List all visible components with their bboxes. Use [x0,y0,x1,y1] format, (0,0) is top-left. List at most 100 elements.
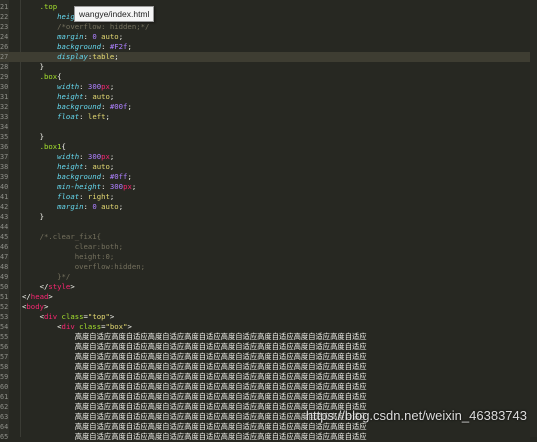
code-token: margin [22,202,84,211]
line-number: 37 [0,153,9,161]
line-number: 38 [0,163,9,171]
code-line[interactable]: 50 </style> [0,282,537,292]
code-token: > [48,292,53,301]
code-text: </style> [22,282,75,292]
code-token: px [101,152,110,161]
code-editor[interactable]: 21 .top22 height: 300px;23 /*overflow: h… [0,0,537,441]
code-text: height: auto; [22,92,114,102]
code-line[interactable]: 46 clear:both; [0,242,537,252]
code-line[interactable]: 65 高度自适应高度自适应高度自适应高度自适应高度自适应高度自适应高度自适应高度… [0,432,537,442]
code-line[interactable]: 58 高度自适应高度自适应高度自适应高度自适应高度自适应高度自适应高度自适应高度… [0,362,537,372]
code-token: : [101,182,110,191]
code-token: : [83,92,93,101]
line-number: 29 [0,73,9,81]
code-line[interactable]: 54 <div class="box"> [0,322,537,332]
code-line[interactable]: 64 高度自适应高度自适应高度自适应高度自适应高度自适应高度自适应高度自适应高度… [0,422,537,432]
code-token: style [48,282,71,291]
code-line[interactable]: 27 display:table; [0,52,537,62]
code-line[interactable]: 36 .box1{ [0,142,537,152]
code-token: 高度自适应高度自适应高度自适应高度自适应高度自适应高度自适应高度自适应高度自适应 [22,362,367,371]
code-text: height:0; [22,252,115,262]
line-number: 27 [0,53,9,61]
code-token: 高度自适应高度自适应高度自适应高度自适应高度自适应高度自适应高度自适应高度自适应 [22,392,367,401]
line-number: 62 [0,403,9,411]
code-text: .box1{ [22,142,66,152]
code-line[interactable]: 26 background: #F2f; [0,42,537,52]
code-token: height:0; [22,252,115,261]
code-token: right [87,192,110,201]
line-number: 28 [0,63,9,71]
code-token: min-height [22,182,102,191]
code-text: <body> [22,302,48,312]
code-line[interactable]: 31 height: auto; [0,92,537,102]
code-line[interactable]: 57 高度自适应高度自适应高度自适应高度自适应高度自适应高度自适应高度自适应高度… [0,352,537,362]
code-line[interactable]: 28 } [0,62,537,72]
code-token: float [22,112,80,121]
code-text: min-height: 300px; [22,182,136,192]
code-token: < [22,322,62,331]
code-line[interactable]: 61 高度自适应高度自适应高度自适应高度自适应高度自适应高度自适应高度自适应高度… [0,392,537,402]
code-line[interactable]: 37 width: 300px; [0,152,537,162]
code-line[interactable]: 56 高度自适应高度自适应高度自适应高度自适应高度自适应高度自适应高度自适应高度… [0,342,537,352]
code-token: { [61,142,66,151]
code-line[interactable]: 51 </head> [0,292,537,302]
code-line[interactable]: 34 [0,122,537,132]
code-token: 高度自适应高度自适应高度自适应高度自适应高度自适应高度自适应高度自适应高度自适应 [22,422,367,431]
code-text: 高度自适应高度自适应高度自适应高度自适应高度自适应高度自适应高度自适应高度自适应 [22,382,367,392]
code-token: float [22,192,80,201]
code-token: ; [127,102,132,111]
code-token: clear:both; [22,242,124,251]
code-token: } [22,62,44,71]
code-token: 高度自适应高度自适应高度自适应高度自适应高度自适应高度自适应高度自适应高度自适应 [22,372,367,381]
code-line[interactable]: 29 .box{ [0,72,537,82]
code-line[interactable]: 33 float: left; [0,112,537,122]
code-line[interactable]: 32 background: #00f; [0,102,537,112]
code-line[interactable]: 52 <body> [0,302,537,312]
code-line[interactable]: 47 height:0; [0,252,537,262]
code-line[interactable]: 24 margin: 0 auto; [0,32,537,42]
code-line[interactable]: 38 height: auto; [0,162,537,172]
code-line[interactable]: 39 background: #0ff; [0,172,537,182]
code-line[interactable]: 60 高度自适应高度自适应高度自适应高度自适应高度自适应高度自适应高度自适应高度… [0,382,537,392]
code-text: <div class="box"> [22,322,132,332]
code-text: display:table; [22,52,119,62]
code-line[interactable]: 41 float: right; [0,192,537,202]
code-text: .top [22,2,58,12]
code-line[interactable]: 35 } [0,132,537,142]
code-text: 高度自适应高度自适应高度自适应高度自适应高度自适应高度自适应高度自适应高度自适应 [22,372,367,382]
code-token: : [101,172,110,181]
code-token: ; [118,202,124,211]
code-token: margin [22,32,84,41]
code-line[interactable]: 42 margin: 0 auto; [0,202,537,212]
code-token: ; [114,52,119,61]
code-token: #0ff [109,172,128,181]
code-line[interactable]: 48 overflow:hidden; [0,262,537,272]
code-line[interactable]: 53 <div class="top"> [0,312,537,322]
line-number: 34 [0,123,9,131]
line-number: 48 [0,263,9,271]
code-token: background [22,102,102,111]
code-line[interactable]: 23 /*overflow: hidden;*/ [0,22,537,32]
code-line[interactable]: 45 /*.clear_fix1{ [0,232,537,242]
line-number: 23 [0,23,9,31]
code-text: width: 300px; [22,152,114,162]
code-line[interactable]: 49 }*/ [0,272,537,282]
code-line[interactable]: 30 width: 300px; [0,82,537,92]
vertical-scrollbar[interactable] [530,0,537,437]
code-text: } [22,212,44,222]
code-token: .box1 [22,142,62,151]
code-token: : [79,82,88,91]
code-line[interactable]: 43 } [0,212,537,222]
line-number: 40 [0,183,9,191]
code-line[interactable]: 55 高度自适应高度自适应高度自适应高度自适应高度自适应高度自适应高度自适应高度… [0,332,537,342]
code-token: display [22,52,88,61]
code-line[interactable]: 59 高度自适应高度自适应高度自适应高度自适应高度自适应高度自适应高度自适应高度… [0,372,537,382]
code-token: ; [131,182,137,191]
code-text: background: #0ff; [22,172,132,182]
code-line[interactable]: 44 [0,222,537,232]
code-token: px [123,182,132,191]
code-token: height [22,162,84,171]
line-number: 24 [0,33,9,41]
code-line[interactable]: 40 min-height: 300px; [0,182,537,192]
line-number: 58 [0,363,9,371]
